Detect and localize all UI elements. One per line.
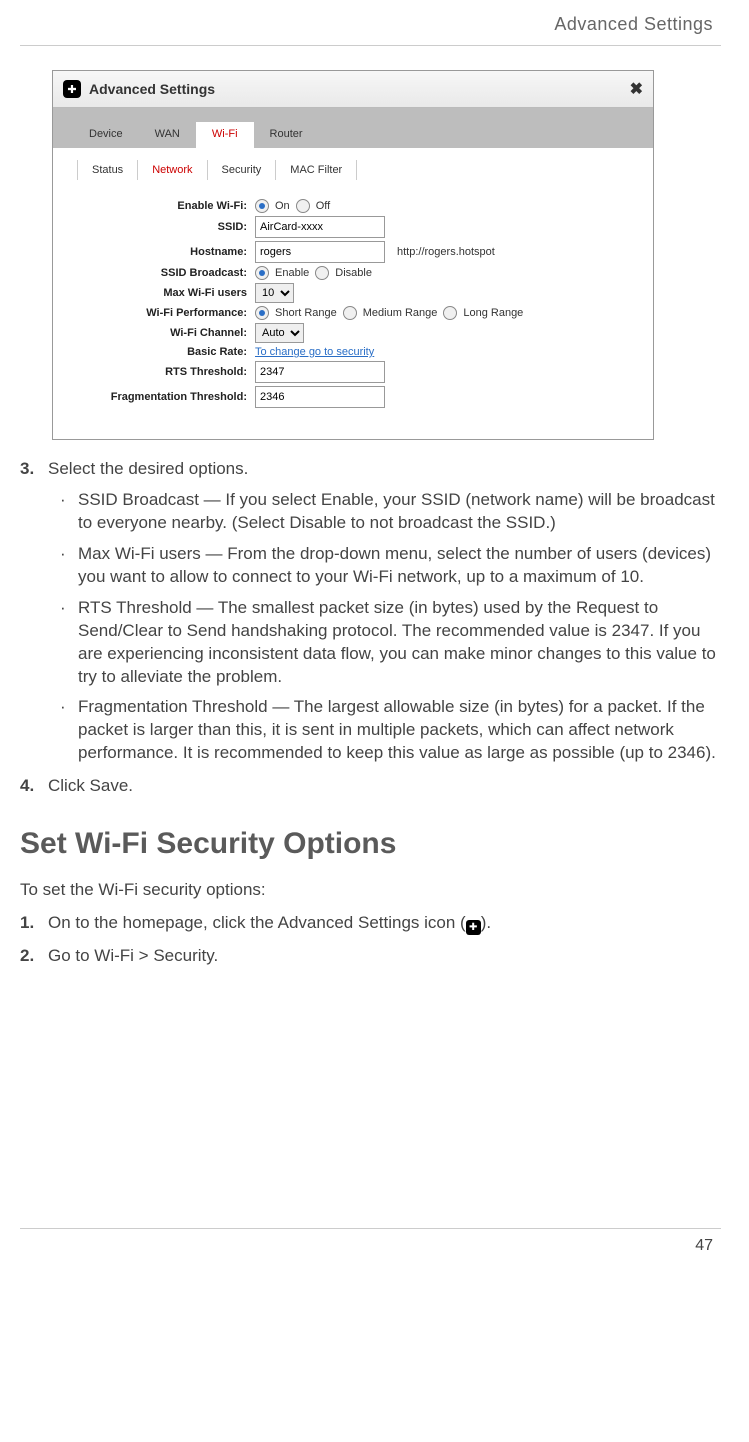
section-heading: Set Wi-Fi Security Options [20, 824, 721, 865]
bullet-item: · Fragmentation Threshold — The largest … [60, 696, 721, 765]
step-text: Go to Wi-Fi > Security. [48, 945, 218, 968]
hostname-suffix: http://rogers.hotspot [397, 246, 495, 258]
step-text: Click Save. [48, 775, 133, 798]
frag-input[interactable] [255, 386, 385, 408]
rts-label: RTS Threshold: [77, 366, 255, 378]
frag-label: Fragmentation Threshold: [77, 391, 255, 403]
step1-post: ). [481, 913, 491, 932]
hostname-label: Hostname: [77, 246, 255, 258]
step1-pre: On to the homepage, click the Advanced S… [48, 913, 466, 932]
primary-tabs: Device WAN Wi-Fi Router [53, 108, 653, 148]
close-icon[interactable]: ✖ [630, 79, 643, 99]
radio-off-label: Off [316, 200, 330, 212]
radio-on[interactable] [255, 199, 269, 213]
radio-long[interactable] [443, 306, 457, 320]
max-users-select[interactable]: 10 [255, 283, 294, 303]
step-text: On to the homepage, click the Advanced S… [48, 912, 491, 935]
sec-step-1: 1. On to the homepage, click the Advance… [20, 912, 721, 935]
bullet-text: Max Wi-Fi users — From the drop-down men… [78, 543, 721, 589]
bullet-text: SSID Broadcast — If you select Enable, y… [78, 489, 721, 535]
radio-short[interactable] [255, 306, 269, 320]
radio-enable-label: Enable [275, 267, 309, 279]
step-3: 3. Select the desired options. [20, 458, 721, 481]
subtab-macfilter[interactable]: MAC Filter [276, 160, 357, 180]
basic-rate-link[interactable]: To change go to security [255, 346, 374, 358]
tab-router[interactable]: Router [254, 122, 319, 148]
dialog-title: Advanced Settings [89, 81, 630, 97]
bullet-text: Fragmentation Threshold — The largest al… [78, 696, 721, 765]
radio-disable-label: Disable [335, 267, 372, 279]
enable-wifi-label: Enable Wi-Fi: [77, 200, 255, 212]
shield-icon: ✚ [466, 920, 481, 935]
shield-icon: ✚ [63, 80, 81, 98]
dialog-titlebar: ✚ Advanced Settings ✖ [53, 71, 653, 108]
radio-long-label: Long Range [463, 307, 523, 319]
sec-step-2: 2. Go to Wi-Fi > Security. [20, 945, 721, 968]
step-number: 4. [20, 775, 48, 798]
ssid-input[interactable] [255, 216, 385, 238]
perf-label: Wi-Fi Performance: [77, 307, 255, 319]
subtab-security[interactable]: Security [208, 160, 277, 180]
radio-off[interactable] [296, 199, 310, 213]
advanced-settings-dialog: ✚ Advanced Settings ✖ Device WAN Wi-Fi R… [52, 70, 654, 440]
bullet-dot-icon: · [60, 489, 78, 535]
page-number: 47 [20, 1228, 721, 1255]
bullet-text: RTS Threshold — The smallest packet size… [78, 597, 721, 689]
radio-medium-label: Medium Range [363, 307, 438, 319]
bullet-dot-icon: · [60, 597, 78, 689]
rts-input[interactable] [255, 361, 385, 383]
subtab-status[interactable]: Status [77, 160, 138, 180]
radio-short-label: Short Range [275, 307, 337, 319]
step-4: 4. Click Save. [20, 775, 721, 798]
sub-tabs: Status Network Security MAC Filter [53, 148, 653, 186]
tab-wan[interactable]: WAN [139, 122, 196, 148]
step-text: Select the desired options. [48, 458, 248, 481]
step-number: 2. [20, 945, 48, 968]
channel-select[interactable]: Auto [255, 323, 304, 343]
max-users-label: Max Wi-Fi users [77, 287, 255, 299]
radio-disable[interactable] [315, 266, 329, 280]
page-header: Advanced Settings [20, 0, 721, 46]
step-number: 3. [20, 458, 48, 481]
tab-device[interactable]: Device [73, 122, 139, 148]
ssid-label: SSID: [77, 221, 255, 233]
bullet-dot-icon: · [60, 696, 78, 765]
radio-on-label: On [275, 200, 290, 212]
subtab-network[interactable]: Network [138, 160, 207, 180]
hostname-input[interactable] [255, 241, 385, 263]
step-number: 1. [20, 912, 48, 935]
tab-wifi[interactable]: Wi-Fi [196, 122, 254, 148]
basic-rate-label: Basic Rate: [77, 346, 255, 358]
intro-text: To set the Wi-Fi security options: [20, 879, 721, 902]
bullet-item: · SSID Broadcast — If you select Enable,… [60, 489, 721, 535]
bullet-dot-icon: · [60, 543, 78, 589]
channel-label: Wi-Fi Channel: [77, 327, 255, 339]
radio-enable[interactable] [255, 266, 269, 280]
ssid-broadcast-label: SSID Broadcast: [77, 267, 255, 279]
bullet-item: · Max Wi-Fi users — From the drop-down m… [60, 543, 721, 589]
form-area: Enable Wi-Fi: On Off SSID: Hostname: [53, 186, 653, 439]
radio-medium[interactable] [343, 306, 357, 320]
bullet-item: · RTS Threshold — The smallest packet si… [60, 597, 721, 689]
